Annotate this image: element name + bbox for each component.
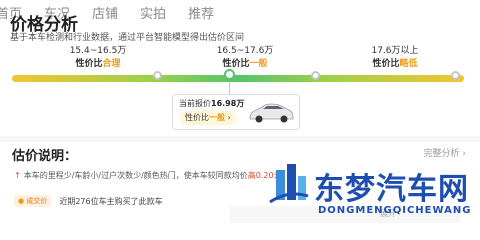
tab-recommend[interactable]: 推荐 — [188, 3, 236, 23]
range-boundary-dot — [311, 71, 320, 80]
watermark-logo-icon — [269, 164, 309, 204]
tab-photos[interactable]: 实拍 — [140, 3, 188, 23]
price-range-reasonable: 15.4~16.5万 性价比合理 — [43, 46, 153, 70]
price-range-bar — [12, 75, 464, 82]
car-icon — [249, 103, 294, 123]
deal-badge: ● 成交价 — [14, 195, 52, 207]
current-price: 当前报价16.98万 — [179, 99, 245, 108]
analysis-title: 估价说明： — [12, 149, 78, 164]
section-divider — [0, 136, 480, 142]
range-price: 17.6万以上 — [371, 46, 419, 56]
watermark-domain: DONGMENGQICHEWANG — [318, 205, 472, 216]
marker-connector — [229, 82, 230, 94]
range-tag: 性价比略低 — [372, 59, 418, 69]
tab-shop[interactable]: 店铺 — [92, 3, 140, 23]
page-subtitle: 基于本车检测和行业数据，通过平台智能模型得出估价区间 — [10, 33, 245, 43]
current-price-card[interactable]: 当前报价16.98万 性价比一般 › — [172, 94, 300, 130]
range-tag: 性价比一般 — [222, 59, 268, 69]
range-tag: 性价比合理 — [75, 59, 121, 69]
range-boundary-dot — [451, 71, 460, 80]
range-price: 15.4~16.5万 — [69, 46, 127, 56]
recent-buyers-text: 近期276位车主购买了此款车 — [59, 196, 163, 206]
value-rating-pill: 性价比一般 › — [179, 111, 237, 125]
arrow-up-icon: ↑ — [14, 171, 21, 180]
range-price: 16.5~17.6万 — [216, 46, 274, 56]
watermark-name: 东梦汽车网 — [314, 172, 469, 207]
range-boundary-dot — [153, 71, 162, 80]
analysis-reason: ↑ 本车的里程少/车龄小/过户次数少/颜色热门，使本车较同款均价高0.20元 — [14, 171, 282, 180]
price-range-low: 17.6万以上 性价比略低 — [340, 46, 450, 70]
full-analysis-link[interactable]: 完整分析 › — [424, 146, 466, 159]
recent-buyers: ● 成交价 近期276位车主购买了此款车 — [14, 195, 163, 207]
current-price-marker — [224, 69, 235, 80]
price-range-average: 16.5~17.6万 性价比一般 — [190, 46, 300, 70]
